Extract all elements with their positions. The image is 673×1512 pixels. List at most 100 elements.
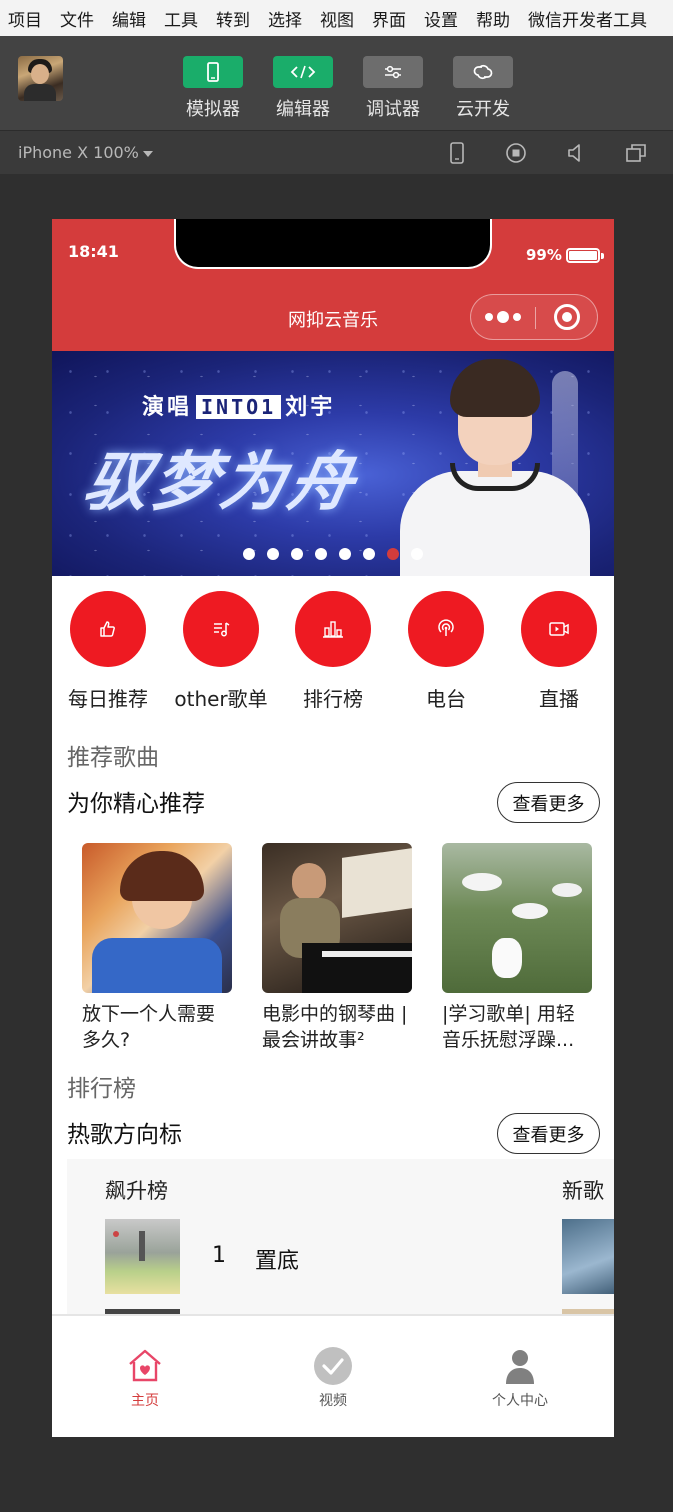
editor-button[interactable]: 编辑器: [273, 56, 333, 121]
menu-item-edit[interactable]: 编辑: [112, 6, 146, 31]
sliders-icon: [363, 56, 423, 88]
ranking-card[interactable]: 新歌: [559, 1159, 614, 1317]
device-selector-label: iPhone X 100%: [18, 143, 139, 162]
banner-subtitle: 演唱 INTO1 刘宇: [142, 389, 335, 421]
nav-playlist-label: other歌单: [174, 687, 268, 711]
cloud-icon: [453, 56, 513, 88]
live-icon: [521, 591, 597, 667]
ranking-swiper[interactable]: 飙升榜 1 置底 新歌: [67, 1159, 614, 1317]
menu-item-view[interactable]: 视图: [320, 6, 354, 31]
person-icon: [500, 1346, 540, 1386]
more-icon[interactable]: [485, 309, 521, 325]
cloud-dev-label: 云开发: [456, 99, 510, 120]
user-avatar[interactable]: [18, 56, 63, 101]
tab-profile[interactable]: 个人中心: [460, 1346, 580, 1410]
song-rank: 1: [212, 1243, 226, 1268]
playlist-cover-image: [262, 843, 412, 993]
device-phone-icon[interactable]: [446, 142, 468, 164]
cloud-dev-button[interactable]: 云开发: [453, 56, 513, 121]
nav-radio-label: 电台: [426, 687, 466, 711]
menu-item-goto[interactable]: 转到: [216, 6, 250, 31]
editor-label: 编辑器: [276, 99, 330, 120]
ranking-card-title: 飙升榜: [105, 1179, 168, 1203]
carousel-dot[interactable]: [339, 548, 351, 560]
ranking-more-button[interactable]: 查看更多: [497, 1113, 600, 1154]
banner-carousel[interactable]: 演唱 INTO1 刘宇 驭梦为舟: [52, 351, 614, 576]
playlist-name: |学习歌单| 用轻音乐抚慰浮躁...: [442, 1003, 575, 1051]
battery-percent: 99%: [526, 246, 562, 264]
tab-video[interactable]: 视频: [273, 1346, 393, 1410]
carousel-dot-active[interactable]: [387, 548, 399, 560]
tab-bar: 主页 视频 个人中心: [52, 1314, 614, 1437]
tab-video-label: 视频: [319, 1393, 347, 1409]
song-cover-image: [105, 1219, 180, 1294]
menu-item-tools[interactable]: 工具: [164, 6, 198, 31]
playlist-card[interactable]: 放下一个人需要多久?: [82, 843, 232, 1053]
status-bar: 18:41 99%: [52, 219, 614, 281]
code-icon: [273, 56, 333, 88]
stop-record-icon[interactable]: [505, 142, 527, 164]
recommend-section-subtitle: 为你精心推荐: [67, 791, 205, 817]
bar-chart-icon: [295, 591, 371, 667]
carousel-dot[interactable]: [267, 548, 279, 560]
phone-screen: 18:41 99% 网抑云音乐 演唱 INTO1 刘宇 驭梦为舟 每日推荐 ot…: [52, 219, 614, 1437]
menu-item-wechat-devtools[interactable]: 微信开发者工具: [528, 6, 647, 31]
tab-home-label: 主页: [131, 1393, 159, 1409]
close-target-icon[interactable]: [554, 304, 580, 330]
carousel-dot[interactable]: [243, 548, 255, 560]
quick-nav: 每日推荐 other歌单 排行榜 电台 直播: [52, 576, 614, 716]
ranking-section-title: 排行榜: [67, 1076, 136, 1102]
menu-item-interface[interactable]: 界面: [372, 6, 406, 31]
carousel-dot[interactable]: [315, 548, 327, 560]
battery-icon: [566, 248, 604, 263]
nav-ranking[interactable]: 排行榜: [277, 591, 389, 712]
carousel-dot[interactable]: [411, 548, 423, 560]
menu-item-help[interactable]: 帮助: [476, 6, 510, 31]
nav-radio[interactable]: 电台: [390, 591, 502, 712]
playlist-card[interactable]: |学习歌单| 用轻音乐抚慰浮躁...: [442, 843, 592, 1053]
device-bar: iPhone X 100%: [0, 130, 673, 174]
menu-item-project[interactable]: 项目: [8, 6, 42, 31]
home-heart-icon: [125, 1346, 165, 1386]
banner-subtitle-pre: 演唱: [142, 395, 193, 420]
phone-notch: [174, 219, 492, 269]
recommend-more-button[interactable]: 查看更多: [497, 782, 600, 823]
volume-icon[interactable]: [565, 142, 587, 164]
menu-item-select[interactable]: 选择: [268, 6, 302, 31]
check-circle-icon: [313, 1346, 353, 1386]
banner-title: 驭梦为舟: [78, 445, 364, 520]
debugger-label: 调试器: [366, 99, 420, 120]
ranking-section-subtitle: 热歌方向标: [67, 1122, 182, 1148]
menu-item-settings[interactable]: 设置: [424, 6, 458, 31]
banner-subtitle-post: 刘宇: [285, 395, 336, 420]
playlist-name: 放下一个人需要多久?: [82, 1003, 216, 1051]
menu-bar: 项目 文件 编辑 工具 转到 选择 视图 界面 设置 帮助 微信开发者工具: [0, 0, 673, 36]
playlist-card[interactable]: 电影中的钢琴曲 | 最会讲故事²: [262, 843, 412, 1053]
device-selector[interactable]: iPhone X 100%: [18, 143, 153, 162]
status-time: 18:41: [68, 242, 119, 261]
playlist-cover-image: [82, 843, 232, 993]
playlist-icon: [183, 591, 259, 667]
playlist-name: 电影中的钢琴曲 | 最会讲故事²: [262, 1003, 408, 1051]
carousel-dot[interactable]: [363, 548, 375, 560]
miniprogram-capsule: [470, 294, 598, 340]
playlist-cover-image: [442, 843, 592, 993]
carousel-dot[interactable]: [291, 548, 303, 560]
simulator-button[interactable]: 模拟器: [183, 56, 243, 121]
tab-profile-label: 个人中心: [492, 1393, 548, 1409]
detach-window-icon[interactable]: [625, 142, 647, 164]
ranking-card[interactable]: 飙升榜 1 置底: [87, 1159, 543, 1317]
song-name[interactable]: 置底: [255, 1243, 299, 1275]
nav-ranking-label: 排行榜: [303, 687, 363, 711]
menu-item-file[interactable]: 文件: [60, 6, 94, 31]
tab-home[interactable]: 主页: [85, 1346, 205, 1410]
radio-icon: [408, 591, 484, 667]
banner-subtitle-box: INTO1: [196, 395, 282, 419]
debugger-button[interactable]: 调试器: [363, 56, 423, 121]
nav-bar: 网抑云音乐: [52, 281, 614, 351]
nav-live-label: 直播: [539, 687, 579, 711]
nav-live[interactable]: 直播: [503, 591, 614, 712]
nav-daily-recommend[interactable]: 每日推荐: [52, 591, 164, 712]
chevron-down-icon: [142, 150, 153, 157]
nav-playlist[interactable]: other歌单: [165, 591, 277, 712]
